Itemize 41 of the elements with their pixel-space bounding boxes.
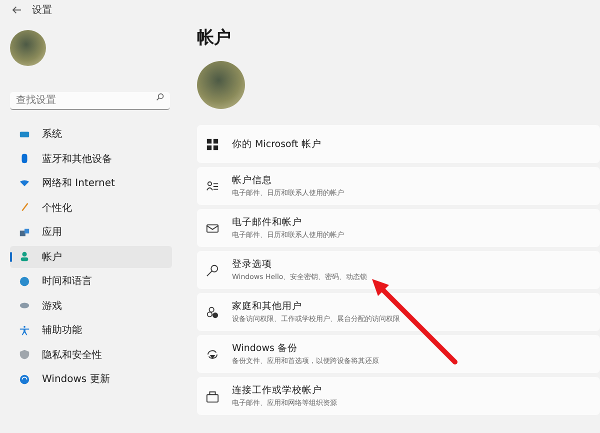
sidebar-item[interactable]: 个性化 <box>10 196 172 218</box>
grid-icon <box>206 138 219 150</box>
search-icon <box>156 93 164 101</box>
avatar-photo-placeholder <box>10 30 46 66</box>
card-title: 家庭和其他用户 <box>232 300 303 313</box>
shield-icon <box>19 349 30 360</box>
accessibility-icon <box>19 324 30 336</box>
people-icon <box>206 306 219 318</box>
mail-icon <box>206 222 219 234</box>
card-title: 连接工作或学校帐户 <box>232 384 323 397</box>
sidebar-item[interactable]: 辅助功能 <box>10 319 172 341</box>
card-title: 登录选项 <box>232 258 273 271</box>
search-field[interactable]: 查找设置 <box>10 92 170 110</box>
gamepad-icon <box>19 300 30 311</box>
sidebar-item[interactable]: 帐户 <box>10 246 172 268</box>
globe-icon <box>19 276 30 286</box>
wifi-icon <box>19 178 30 188</box>
backup-icon <box>206 348 219 360</box>
sidebar-item[interactable]: 时间和语言 <box>10 270 172 292</box>
card-title: 你的 Microsoft 帐户 <box>232 138 322 150</box>
card-title: Windows 备份 <box>232 342 298 355</box>
update-icon <box>19 374 30 384</box>
back-icon[interactable] <box>12 6 22 14</box>
page-title: 帐户 <box>197 27 232 49</box>
apps-icon <box>19 226 30 238</box>
sidebar-item[interactable]: 游戏 <box>10 294 172 316</box>
sidebar-item[interactable]: 系统 <box>10 123 172 145</box>
person-list-icon <box>206 180 219 192</box>
card-title: 帐户信息 <box>232 174 273 187</box>
briefcase-icon <box>206 390 219 402</box>
sidebar-item[interactable]: 网络和 Internet <box>10 172 172 194</box>
sidebar-item[interactable]: 应用 <box>10 221 172 243</box>
window-title: 设置 <box>32 4 52 17</box>
card-title: 电子邮件和帐户 <box>232 216 303 229</box>
bluetooth-icon <box>19 153 30 164</box>
person-icon <box>19 251 30 262</box>
sidebar-item[interactable]: Windows 更新 <box>10 368 172 390</box>
sidebar-item[interactable]: 蓝牙和其他设备 <box>10 148 172 170</box>
avatar-photo-placeholder <box>197 61 245 109</box>
settings-card[interactable]: 你的 Microsoft 帐户 <box>197 125 600 163</box>
sidebar-item[interactable]: 隐私和安全性 <box>10 344 172 366</box>
